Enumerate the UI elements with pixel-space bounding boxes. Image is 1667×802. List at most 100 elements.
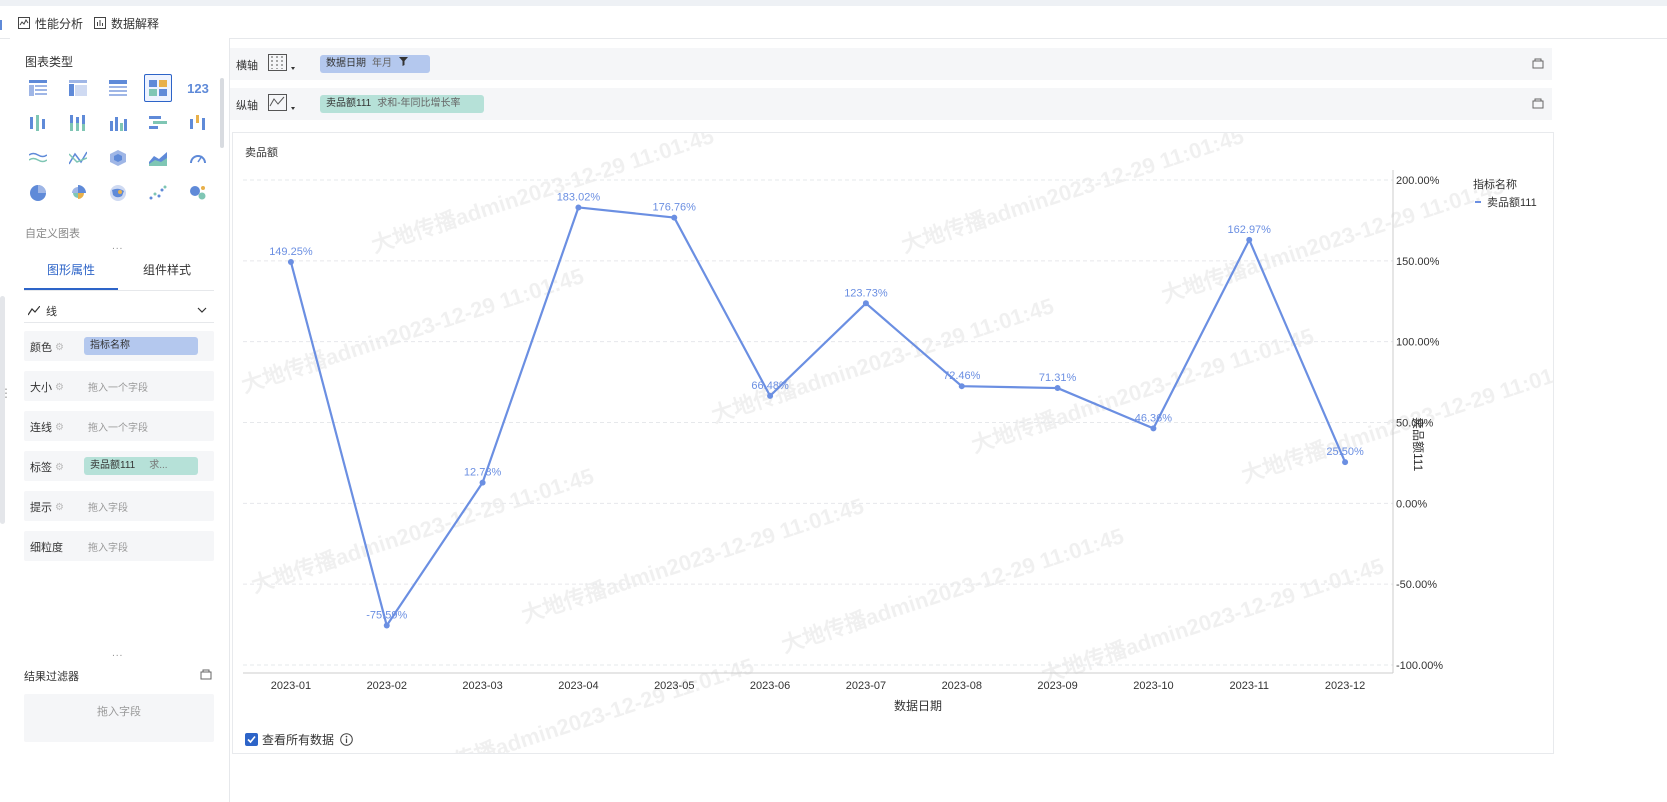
filter-icon[interactable] <box>398 57 408 66</box>
horizontal-bar-icon[interactable] <box>144 109 172 137</box>
y-axis-type-icon[interactable] <box>268 94 296 117</box>
data-label: 46.36% <box>1135 412 1173 424</box>
data-point <box>479 479 486 486</box>
range-bar-icon[interactable] <box>184 109 212 137</box>
x-tick-label: 2023-11 <box>1229 680 1269 692</box>
chart-type-drag-handle[interactable]: ∙∙∙ <box>112 243 123 254</box>
x-tick-label: 2023-05 <box>654 680 694 692</box>
scatter-chart-icon[interactable] <box>144 179 172 207</box>
prop-size-row[interactable]: 大小 ⚙ 拖入一个字段 <box>24 371 214 401</box>
prop-granularity-label: 细粒度 <box>30 542 63 554</box>
tab-component-style[interactable]: 组件样式 <box>120 256 214 288</box>
line-mark-icon <box>28 306 40 316</box>
x-tick-label: 2023-07 <box>846 680 886 692</box>
stream-chart-icon[interactable] <box>24 144 52 172</box>
chart-type-scrollbar[interactable] <box>220 78 224 148</box>
x-axis-field-pill[interactable]: 数据日期 年月 <box>320 55 430 73</box>
gear-icon[interactable]: ⚙ <box>55 462 64 473</box>
data-point <box>1054 385 1061 392</box>
data-label: 149.25% <box>269 246 313 258</box>
prop-granularity-row[interactable]: 细粒度 拖入字段 <box>24 531 214 561</box>
cross-table-icon[interactable] <box>64 74 92 102</box>
info-icon[interactable] <box>340 733 353 746</box>
performance-analysis-button[interactable]: 性能分析 <box>18 14 83 32</box>
bubble-chart-icon[interactable] <box>184 179 212 207</box>
area-chart-icon[interactable] <box>144 144 172 172</box>
size-drop-placeholder: 拖入一个字段 <box>88 383 148 394</box>
hexagon-chart-icon[interactable] <box>104 144 132 172</box>
x-axis-title: 数据日期 <box>893 699 942 713</box>
pie-chart-icon[interactable] <box>24 179 52 207</box>
legend-title: 指标名称 <box>1473 179 1517 191</box>
data-point <box>862 300 869 307</box>
x-axis-shelf-label: 横轴 <box>236 60 258 72</box>
prop-tooltip-row[interactable]: 提示 ⚙ 拖入字段 <box>24 491 214 521</box>
prop-color-row[interactable]: 颜色 ⚙ 指标名称 <box>24 331 214 361</box>
y-axis-shelf[interactable]: 纵轴 卖品额111 求和-年同比增长率 <box>230 88 1552 120</box>
y-tick-label: -100.00% <box>1396 660 1443 672</box>
legend-item[interactable]: 卖品额111 <box>1475 194 1537 210</box>
gear-icon[interactable]: ⚙ <box>55 342 64 353</box>
data-point <box>671 214 678 221</box>
data-label: 71.31% <box>1039 372 1077 384</box>
chart-type-title: 图表类型 <box>25 55 74 69</box>
filter-drag-handle[interactable]: ∙∙∙ <box>112 650 123 661</box>
rose-chart-icon[interactable] <box>64 179 92 207</box>
detail-table-icon[interactable] <box>104 74 132 102</box>
custom-chart-link[interactable]: 自定义图表 <box>25 225 80 241</box>
filter-drop-zone[interactable]: 拖入字段 <box>24 694 214 742</box>
view-all-data-checkbox[interactable]: 查看所有数据 <box>245 731 353 748</box>
gear-icon[interactable]: ⚙ <box>55 422 64 433</box>
x-axis-type-icon[interactable] <box>268 54 296 77</box>
prop-label-row[interactable]: 标签 ⚙ 卖品额111 求... <box>24 451 214 481</box>
table-chart-icon[interactable] <box>24 74 52 102</box>
grouped-bar-icon[interactable] <box>24 109 52 137</box>
tooltip-drop-placeholder: 拖入字段 <box>88 503 128 514</box>
y-shelf-settings-icon[interactable] <box>1532 97 1544 109</box>
prop-connect-row[interactable]: 连线 ⚙ 拖入一个字段 <box>24 411 214 441</box>
chart-card: 大地传播admin2023-12-29 11:01:45 大地传播admin20… <box>232 132 1554 754</box>
tab-graphic-properties[interactable]: 图形属性 <box>24 256 118 290</box>
filter-settings-icon[interactable] <box>200 668 212 680</box>
prop-label-label: 标签 <box>30 462 52 474</box>
result-filter-title: 结果过滤器 <box>24 671 79 683</box>
y-tick-label: 200.00% <box>1396 175 1440 187</box>
data-point <box>1246 236 1253 243</box>
granularity-drop-placeholder: 拖入字段 <box>88 543 128 554</box>
map-chart-icon[interactable] <box>104 179 132 207</box>
y-axis-title: 卖品额111 <box>1411 417 1425 472</box>
gear-icon[interactable]: ⚙ <box>55 382 64 393</box>
column-chart-icon[interactable] <box>104 109 132 137</box>
legend-swatch <box>1475 201 1481 203</box>
y-axis-field-pill[interactable]: 卖品额111 求和-年同比增长率 <box>320 95 484 113</box>
mark-type-select[interactable]: 线 <box>24 300 214 323</box>
checkbox-checked[interactable] <box>245 733 258 746</box>
multi-line-icon[interactable] <box>64 144 92 172</box>
data-explain-button[interactable]: 数据解释 <box>94 14 159 32</box>
chevron-down-icon <box>197 307 207 313</box>
data-label: 162.97% <box>1228 224 1272 236</box>
x-axis-shelf[interactable]: 横轴 数据日期 年月 <box>230 48 1552 80</box>
y-tick-label: 100.00% <box>1396 337 1440 349</box>
performance-icon <box>18 17 30 29</box>
kpi-number-icon[interactable]: 123 <box>184 74 212 102</box>
y-axis-shelf-label: 纵轴 <box>236 100 258 112</box>
color-field-pill[interactable]: 指标名称 <box>84 337 198 355</box>
x-shelf-settings-icon[interactable] <box>1532 57 1544 69</box>
gauge-chart-icon[interactable] <box>184 144 212 172</box>
toolbar: 性能分析 数据解释 <box>0 6 1667 39</box>
data-point <box>958 383 965 390</box>
active-marker <box>0 20 2 30</box>
stacked-bar-icon[interactable] <box>64 109 92 137</box>
left-panel-scrollbar[interactable] <box>0 296 5 524</box>
prop-color-label: 颜色 <box>30 342 52 354</box>
data-explain-icon <box>94 17 106 29</box>
data-label: 25.50% <box>1326 446 1364 458</box>
data-point <box>287 259 294 266</box>
gear-icon[interactable]: ⚙ <box>55 502 64 513</box>
data-point <box>575 204 582 211</box>
y-tick-label: -50.00% <box>1396 579 1437 591</box>
label-field-pill[interactable]: 卖品额111 求... <box>84 457 198 475</box>
auto-chart-icon[interactable] <box>144 74 172 102</box>
line-chart: 200.00%150.00%100.00%50.00%0.00%-50.00%-… <box>243 170 1443 692</box>
